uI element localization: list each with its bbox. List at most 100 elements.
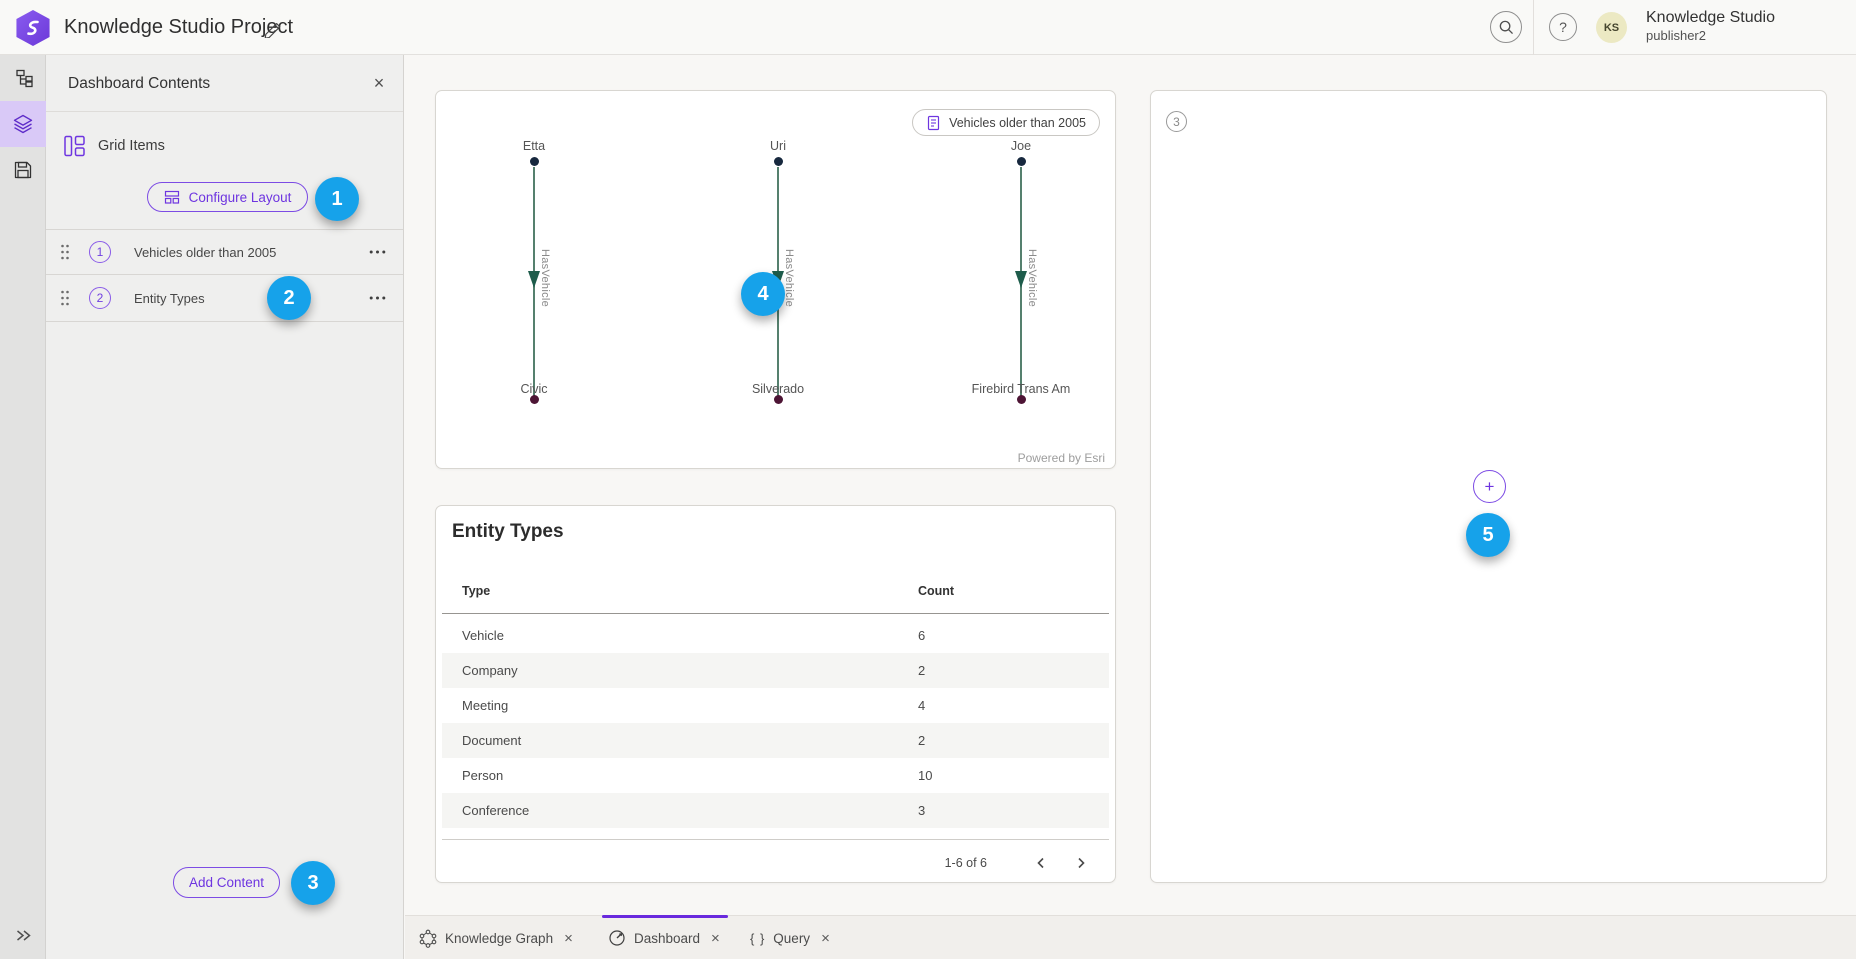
graph-edge-group: Etta HasVehicle Civic (474, 139, 594, 411)
widget-title: Entity Types (452, 521, 564, 543)
add-content-label: Add Content (189, 875, 264, 890)
question-icon: ? (1559, 19, 1567, 35)
pagination-label: 1-6 of 6 (945, 856, 987, 870)
chevron-right-icon (1074, 856, 1088, 870)
table-pagination: 1-6 of 6 (945, 847, 1095, 879)
table-row[interactable]: Conference 3 (442, 793, 1109, 828)
cell-type: Person (462, 758, 503, 793)
add-widget-button[interactable]: + (1473, 470, 1506, 503)
table-row[interactable]: Vehicle 6 (442, 618, 1109, 653)
graph-node-dot[interactable] (530, 395, 539, 404)
save-icon (13, 160, 33, 180)
search-button[interactable] (1490, 11, 1522, 43)
network-graph-icon (419, 929, 437, 948)
add-content-button[interactable]: Add Content (173, 867, 280, 898)
edit-title-button[interactable] (258, 15, 284, 41)
grid-items-label: Grid Items (98, 125, 165, 167)
next-page-button[interactable] (1067, 849, 1095, 877)
node-label: Etta (474, 139, 594, 153)
table-row[interactable]: Person 10 (442, 758, 1109, 793)
view-tab-bar: Knowledge Graph × Dashboard × { } Query … (405, 915, 1856, 959)
dashboard-canvas: Vehicles older than 2005 Etta HasVehicle… (405, 55, 1856, 915)
avatar-initials: KS (1604, 22, 1619, 34)
graph-edge-group: Joe HasVehicle Firebird Trans Am (961, 139, 1081, 411)
grid-layout-icon (63, 134, 86, 158)
hierarchy-icon (13, 68, 34, 89)
table-row[interactable]: Document 2 (442, 723, 1109, 758)
configure-layout-button[interactable]: Configure Layout (147, 182, 308, 212)
drag-handle-icon[interactable] (60, 290, 70, 307)
expand-rail-button[interactable] (0, 919, 46, 951)
column-header-type: Type (462, 584, 490, 598)
panel-header: Dashboard Contents × (46, 55, 403, 112)
grid-item-row-1[interactable]: 1 Vehicles older than 2005 (46, 230, 403, 274)
close-tab-icon[interactable]: × (711, 930, 720, 947)
layers-icon (12, 113, 34, 135)
item-options-button[interactable] (365, 286, 389, 310)
cell-count: 10 (918, 758, 932, 793)
previous-page-button[interactable] (1027, 849, 1055, 877)
empty-grid-slot: 3 + (1150, 90, 1827, 883)
table-row[interactable]: Company 2 (442, 653, 1109, 688)
table-row[interactable]: Meeting 4 (442, 688, 1109, 723)
configure-grid-icon (164, 189, 180, 205)
pencil-icon (262, 19, 281, 38)
item-options-button[interactable] (365, 240, 389, 264)
tab-label: Query (773, 931, 810, 946)
edge-label: HasVehicle (1026, 249, 1038, 307)
help-button[interactable]: ? (1549, 13, 1577, 41)
graph-node-dot[interactable] (774, 395, 783, 404)
close-panel-button[interactable]: × (365, 69, 393, 97)
tab-query[interactable]: { } Query × (750, 916, 830, 959)
annotation-badge-4: 4 (741, 272, 785, 316)
node-label: Silverado (718, 382, 838, 396)
user-avatar[interactable]: KS (1596, 12, 1627, 43)
rail-item-save[interactable] (0, 147, 46, 193)
header-divider (1533, 0, 1534, 55)
double-chevron-right-icon (15, 928, 32, 943)
document-icon (926, 115, 941, 131)
graph-node-dot[interactable] (1017, 395, 1026, 404)
graph-node-dot[interactable] (774, 157, 783, 166)
cell-type: Company (462, 653, 518, 688)
cell-count: 3 (918, 793, 925, 828)
close-icon: × (374, 73, 385, 94)
entity-types-widget: Entity Types Type Count Vehicle 6 Compan… (435, 505, 1116, 883)
close-tab-icon[interactable]: × (821, 930, 830, 947)
annotation-badge-2: 2 (267, 276, 311, 320)
grid-item-row-2[interactable]: 2 Entity Types (46, 275, 403, 321)
cell-type: Document (462, 723, 521, 758)
graph-node-dot[interactable] (530, 157, 539, 166)
tab-dashboard[interactable]: Dashboard × (608, 916, 720, 959)
column-header-count: Count (918, 584, 954, 598)
drag-handle-icon[interactable] (60, 244, 70, 261)
slot-number-badge: 3 (1166, 111, 1187, 132)
user-menu[interactable]: Knowledge Studio publisher2 (1646, 8, 1775, 44)
app-header: Knowledge Studio Project ? KS Know (0, 0, 1856, 55)
table-header-divider (442, 613, 1109, 614)
edge-label: HasVehicle (539, 249, 551, 307)
ellipsis-icon (369, 250, 386, 254)
query-chip[interactable]: Vehicles older than 2005 (912, 109, 1100, 136)
node-label: Joe (961, 139, 1081, 153)
item-label: Vehicles older than 2005 (134, 230, 276, 274)
graph-node-dot[interactable] (1017, 157, 1026, 166)
item-label: Entity Types (134, 275, 205, 321)
plus-icon: + (1485, 477, 1495, 497)
left-icon-rail (0, 55, 46, 959)
node-label: Uri (718, 139, 838, 153)
tab-knowledge-graph[interactable]: Knowledge Graph × (419, 916, 573, 959)
chevron-left-icon (1034, 856, 1048, 870)
cell-count: 2 (918, 723, 925, 758)
tab-label: Dashboard (634, 931, 700, 946)
table-footer-divider (442, 839, 1109, 840)
rail-item-data-model[interactable] (0, 55, 46, 101)
gauge-icon (608, 929, 626, 947)
cell-count: 6 (918, 618, 925, 653)
cell-count: 2 (918, 653, 925, 688)
close-tab-icon[interactable]: × (564, 930, 573, 947)
knowledge-studio-app: Knowledge Studio Project ? KS Know (0, 0, 1856, 959)
annotation-badge-5: 5 (1466, 513, 1510, 557)
rail-item-contents[interactable] (0, 101, 46, 147)
panel-title: Dashboard Contents (68, 55, 210, 112)
